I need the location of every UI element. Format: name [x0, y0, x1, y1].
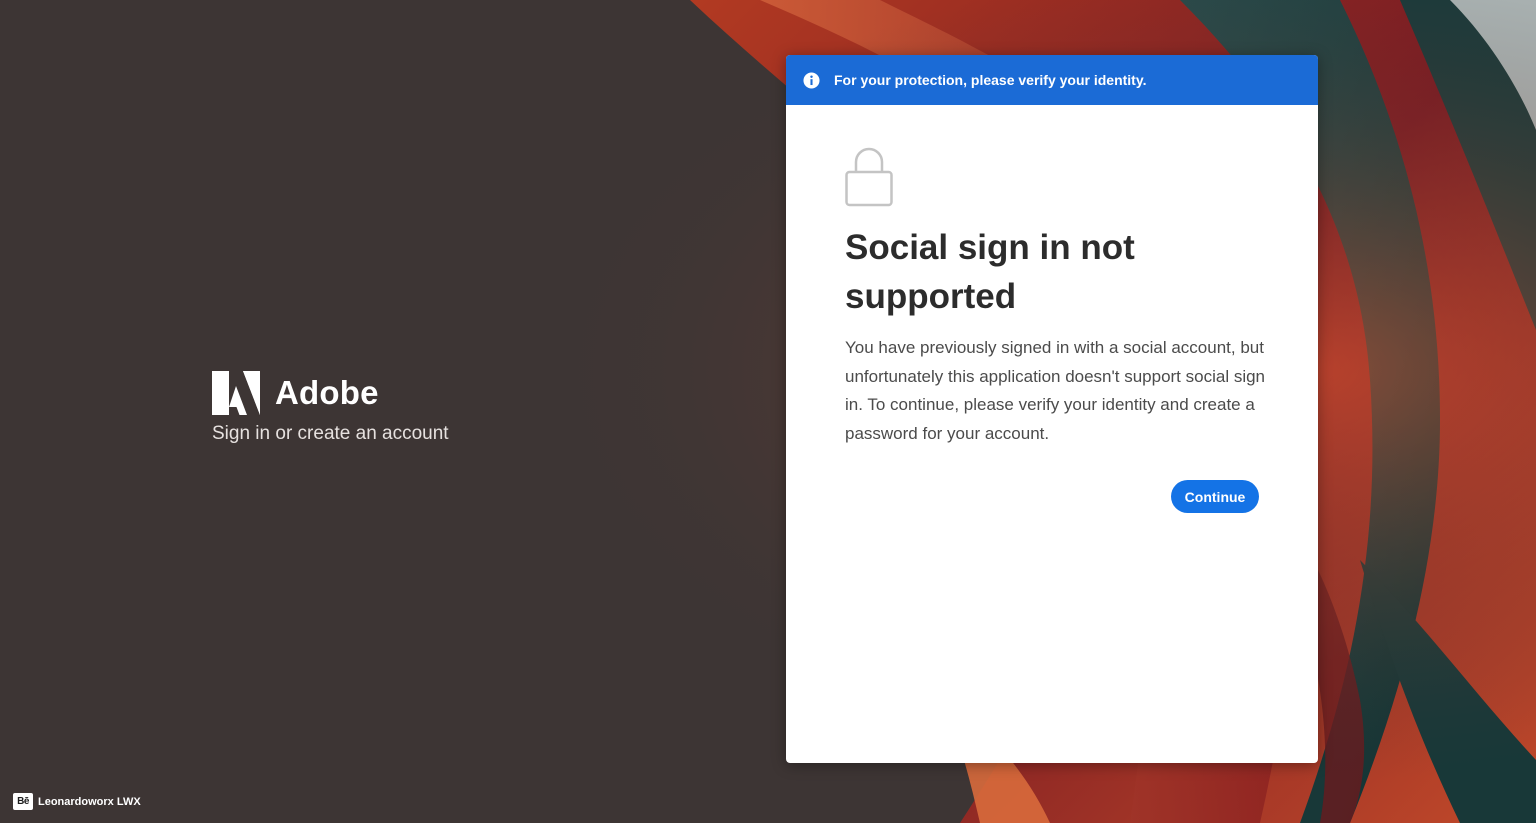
- card-title: Social sign in not supported: [845, 228, 1135, 316]
- brand-name: Adobe: [275, 374, 379, 411]
- lock-icon: [845, 147, 893, 207]
- brand-block: Adobe Sign in or create an account: [212, 371, 449, 447]
- artist-credit[interactable]: Bē Leonardoworx LWX: [13, 793, 141, 810]
- info-icon: [803, 71, 820, 89]
- verification-card: For your protection, please verify your …: [786, 55, 1318, 763]
- adobe-logo-icon: [212, 371, 260, 415]
- credit-text: Leonardoworx LWX: [38, 795, 141, 808]
- brand-tagline: Sign in or create an account: [212, 423, 449, 444]
- card-description: You have previously signed in with a soc…: [845, 338, 1266, 443]
- protection-banner: For your protection, please verify your …: [786, 55, 1318, 105]
- behance-icon: Bē: [13, 793, 33, 810]
- brand-row: Adobe: [212, 371, 449, 415]
- banner-text: For your protection, please verify your …: [834, 72, 1147, 88]
- continue-button[interactable]: Continue: [1171, 480, 1259, 513]
